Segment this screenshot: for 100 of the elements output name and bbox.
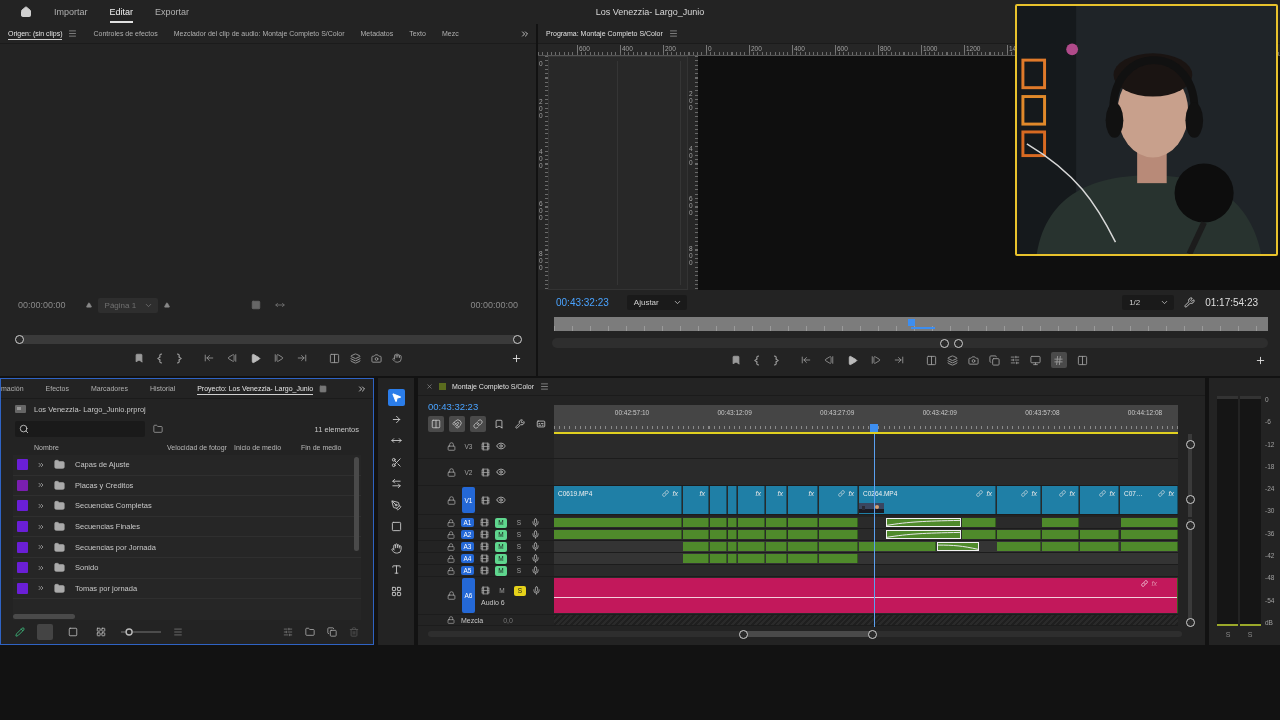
zoom-dropdown[interactable]: Ajustar [626, 294, 687, 310]
scrollbar[interactable] [13, 614, 75, 619]
audio-clip[interactable] [728, 518, 737, 527]
audio-clip[interactable] [1042, 530, 1079, 539]
microphone-icon[interactable] [532, 586, 541, 595]
overwrite-icon[interactable] [350, 352, 361, 364]
go-to-out-icon[interactable] [893, 355, 904, 365]
audio-clip[interactable] [683, 518, 709, 527]
audio-clip[interactable] [728, 530, 737, 539]
playhead-marker[interactable] [870, 424, 878, 432]
audio-clip[interactable] [788, 554, 818, 563]
chevron-right-icon[interactable] [37, 543, 45, 552]
menu-icon[interactable] [668, 29, 678, 38]
audio-clip[interactable] [728, 554, 737, 563]
more-icon[interactable] [357, 383, 367, 394]
more-icon[interactable] [520, 28, 530, 39]
menu-icon[interactable] [68, 29, 78, 38]
microphone-icon[interactable] [531, 518, 540, 527]
eye-icon[interactable] [496, 441, 506, 451]
lock-icon[interactable] [447, 495, 456, 505]
scroll-bar[interactable] [16, 335, 520, 344]
previous-icon[interactable] [85, 302, 92, 308]
audio-clip[interactable] [1121, 530, 1178, 539]
close-icon[interactable] [426, 383, 433, 390]
audio-clip[interactable] [819, 518, 858, 527]
microphone-icon[interactable] [531, 554, 540, 563]
wrench-icon[interactable] [1184, 296, 1196, 308]
audio-clip[interactable] [766, 518, 787, 527]
next-icon[interactable] [163, 302, 170, 308]
step-back-icon[interactable] [823, 355, 834, 365]
zoom-handle[interactable] [512, 335, 522, 344]
add-button-icon[interactable] [511, 352, 522, 364]
toggle-button[interactable] [449, 416, 465, 432]
scroll-handle[interactable] [1185, 439, 1195, 449]
safe-margins-icon[interactable] [1029, 354, 1041, 366]
audio-clip[interactable] [1121, 542, 1178, 551]
audio-clip[interactable] [1121, 518, 1178, 527]
film-icon[interactable] [480, 530, 489, 539]
audio-clip[interactable] [710, 530, 727, 539]
scroll-handle[interactable] [1185, 617, 1195, 627]
lock-icon[interactable] [447, 554, 455, 563]
step-forward-icon[interactable] [870, 355, 881, 365]
audio-clip[interactable] [738, 518, 765, 527]
menu-icon[interactable] [540, 382, 550, 391]
search-field[interactable] [15, 421, 145, 437]
grid-button[interactable] [1050, 352, 1067, 368]
audio-clip[interactable] [738, 542, 765, 551]
new-bin-icon[interactable] [305, 627, 315, 637]
lock-icon[interactable] [447, 441, 456, 451]
audio-clip[interactable] [788, 518, 818, 527]
audio-clip[interactable] [710, 518, 727, 527]
toggle-button[interactable] [428, 416, 444, 432]
compare-icon[interactable] [988, 354, 1000, 366]
microphone-icon[interactable] [531, 530, 540, 539]
audio-clip[interactable] [683, 542, 709, 551]
toggle-button[interactable] [470, 416, 486, 432]
audio-clip[interactable] [1042, 542, 1079, 551]
workspace-tab[interactable]: Importar [54, 1, 88, 23]
marker-icon[interactable] [730, 355, 741, 365]
scroll-handle[interactable] [1185, 494, 1195, 504]
right-brace-icon[interactable] [772, 354, 779, 366]
audio-clip[interactable] [1042, 518, 1079, 527]
scrollbar[interactable] [354, 457, 359, 551]
audio-clip[interactable] [738, 554, 765, 563]
film-icon[interactable] [481, 586, 490, 595]
audio-clip[interactable] [710, 542, 727, 551]
resolution-dropdown[interactable]: 1/2 [1122, 294, 1175, 310]
chevron-right-icon[interactable] [37, 584, 45, 593]
audio-clip[interactable] [962, 518, 996, 527]
eye-icon[interactable] [496, 467, 506, 477]
pencil-icon[interactable] [15, 627, 25, 637]
audio-clip[interactable] [962, 530, 996, 539]
audio-clip[interactable] [554, 518, 682, 527]
audio-clip[interactable] [766, 530, 787, 539]
film-icon[interactable] [480, 554, 489, 563]
film-icon[interactable] [480, 518, 489, 527]
zoom-handle[interactable] [738, 629, 748, 639]
film-icon[interactable] [481, 467, 490, 477]
go-to-out-icon[interactable] [297, 353, 307, 363]
audio-clip[interactable] [728, 542, 737, 551]
audio-clip[interactable] [859, 542, 936, 551]
insert-icon[interactable] [925, 354, 937, 366]
film-icon[interactable] [480, 566, 489, 575]
play-icon[interactable] [846, 354, 858, 366]
go-to-in-icon[interactable] [800, 355, 811, 365]
audio-clip[interactable] [683, 554, 709, 563]
tool-button[interactable] [387, 389, 405, 406]
play-icon[interactable] [250, 352, 261, 364]
marker-icon[interactable] [134, 353, 144, 363]
folder-icon[interactable] [153, 424, 163, 434]
audio-clip[interactable] [766, 542, 787, 551]
overwrite-icon[interactable] [946, 354, 958, 366]
lock-icon[interactable] [447, 518, 455, 527]
video-clip[interactable] [728, 486, 737, 514]
audio-clip[interactable] [710, 554, 727, 563]
split-view-icon[interactable] [1076, 354, 1088, 366]
camera-icon[interactable] [371, 352, 382, 364]
film-icon[interactable] [480, 542, 489, 551]
lock-icon[interactable] [447, 467, 456, 477]
lock-icon[interactable] [447, 566, 455, 575]
